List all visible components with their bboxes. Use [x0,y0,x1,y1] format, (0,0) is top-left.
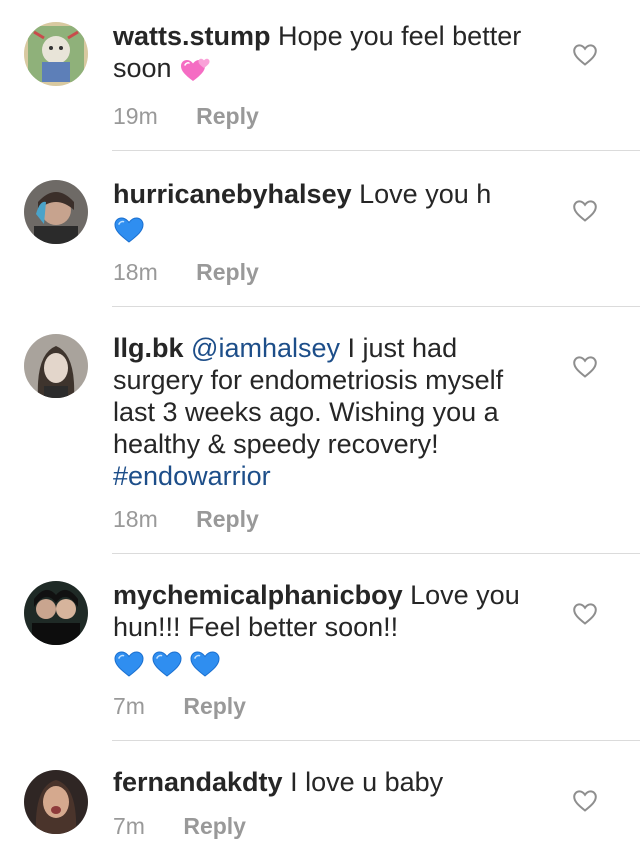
comment-timestamp: 18m [113,259,158,285]
comment-item: mychemicalphanicboy Love you hun!!! Feel… [0,553,640,741]
avatar[interactable] [24,180,88,244]
comment-item: watts.stump Hope you feel better soon 19… [0,0,640,151]
comment-text: I love u baby [290,767,444,797]
comment-meta: 7m Reply [113,692,246,720]
like-heart-icon[interactable] [572,354,598,380]
reply-button[interactable]: Reply [183,812,246,840]
avatar[interactable] [24,22,88,86]
like-heart-icon[interactable] [572,198,598,224]
comment-item: hurricanebyhalsey Love you h 18m Reply [0,150,640,307]
comment-item: fernandakdty I love u baby 7m Reply [0,740,640,856]
blue-heart-emoji [113,214,145,244]
reply-button[interactable]: Reply [196,505,259,533]
comment-body: fernandakdty I love u baby [113,766,553,798]
like-heart-icon[interactable] [572,788,598,814]
reply-button[interactable]: Reply [196,258,259,286]
blue-heart-emoji [113,648,145,678]
reply-button[interactable]: Reply [183,692,246,720]
comment-username[interactable]: mychemicalphanicboy [113,580,403,610]
blue-heart-emoji [151,648,183,678]
comment-username[interactable]: hurricanebyhalsey [113,179,352,209]
emoji-group [113,648,221,678]
comment-username[interactable]: watts.stump [113,21,271,51]
comment-meta: 19m Reply [113,102,259,130]
like-heart-icon[interactable] [572,601,598,627]
comment-item: llg.bk @iamhalsey I just had surgery for… [0,306,640,554]
avatar[interactable] [24,581,88,645]
comment-meta: 18m Reply [113,505,259,533]
comment-username[interactable]: llg.bk [113,333,184,363]
comment-body: mychemicalphanicboy Love you hun!!! Feel… [113,579,553,678]
avatar[interactable] [24,770,88,834]
comment-body: hurricanebyhalsey Love you h [113,178,553,244]
comment-timestamp: 7m [113,693,145,719]
comment-timestamp: 19m [113,103,158,129]
avatar[interactable] [24,334,88,398]
like-heart-icon[interactable] [572,42,598,68]
comment-body: watts.stump Hope you feel better soon [113,20,553,86]
comment-body: llg.bk @iamhalsey I just had surgery for… [113,332,543,492]
revolving-hearts-emoji [179,54,213,86]
comment-timestamp: 7m [113,813,145,839]
hashtag-link[interactable]: #endowarrior [113,461,271,491]
comment-username[interactable]: fernandakdty [113,767,283,797]
comment-meta: 18m Reply [113,258,259,286]
comment-timestamp: 18m [113,506,158,532]
reply-button[interactable]: Reply [196,102,259,130]
comment-meta: 7m Reply [113,812,246,840]
mention-link[interactable]: @iamhalsey [191,333,340,363]
blue-heart-emoji [189,648,221,678]
comment-text: Love you h [359,179,492,209]
